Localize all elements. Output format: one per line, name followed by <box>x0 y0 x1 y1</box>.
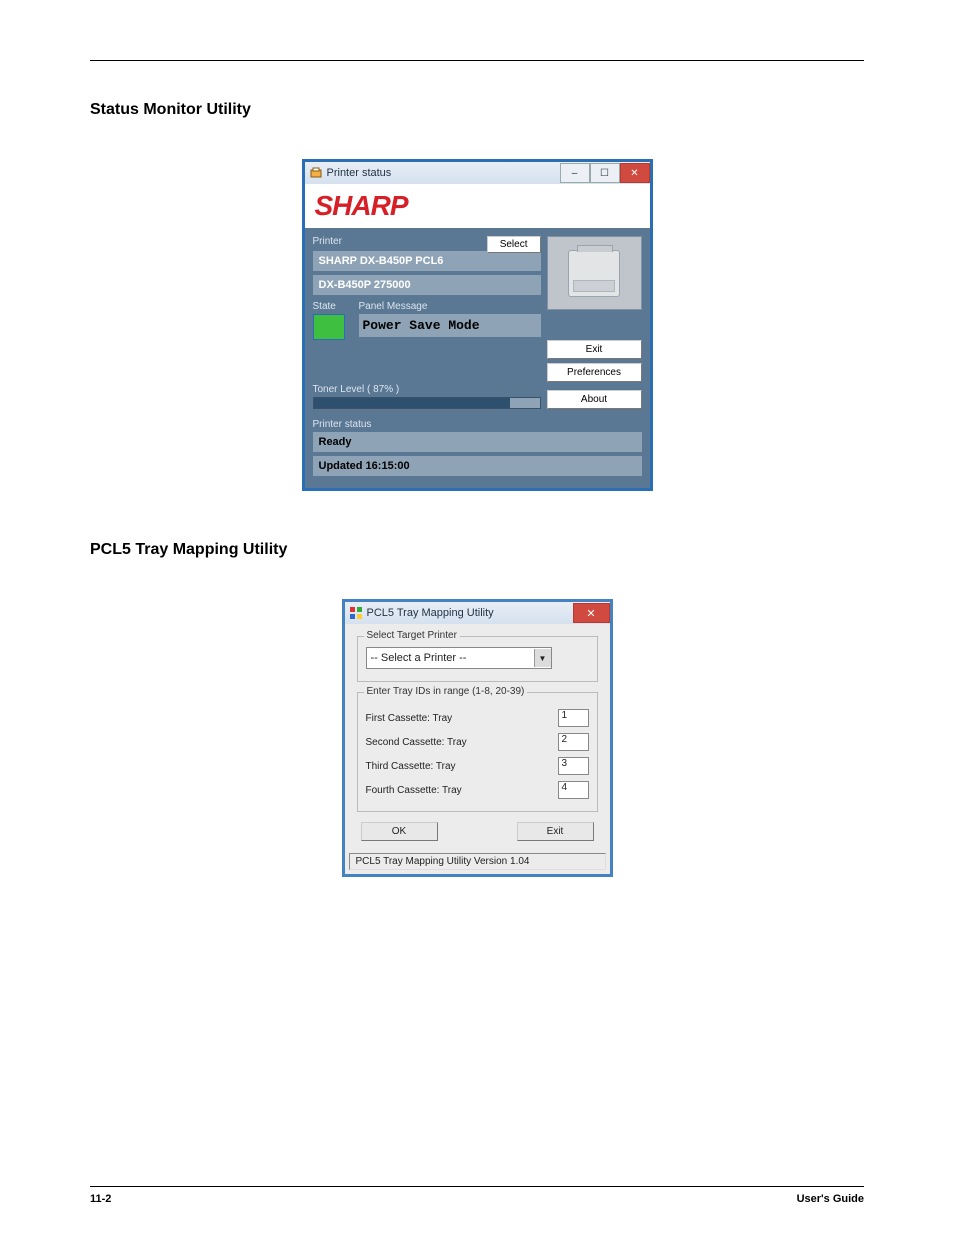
tray-row: Second Cassette: Tray 2 <box>366 733 589 751</box>
toner-level-bar <box>313 397 541 409</box>
sharp-logo: SHARP <box>305 184 650 228</box>
tray-label: Third Cassette: Tray <box>366 761 456 772</box>
tray-row: Fourth Cassette: Tray 4 <box>366 781 589 799</box>
tray-row: First Cassette: Tray 1 <box>366 709 589 727</box>
heading-pcl5: PCL5 Tray Mapping Utility <box>90 541 864 559</box>
minimize-button[interactable]: – <box>560 163 590 183</box>
select-button[interactable]: Select <box>487 236 541 253</box>
state-indicator <box>313 314 345 340</box>
pcl5-window: PCL5 Tray Mapping Utility ✕ Select Targe… <box>342 599 613 877</box>
tray-label: Fourth Cassette: Tray <box>366 785 462 796</box>
exit-button[interactable]: Exit <box>547 340 642 359</box>
tray-input-3[interactable]: 3 <box>558 757 589 775</box>
guide-label: User's Guide <box>797 1193 864 1205</box>
chevron-down-icon: ▼ <box>534 649 551 667</box>
tray-ids-group: Enter Tray IDs in range (1-8, 20-39) Fir… <box>357 692 598 812</box>
preferences-button[interactable]: Preferences <box>547 363 642 382</box>
ok-button[interactable]: OK <box>361 822 438 841</box>
printer-label: Printer <box>313 236 342 247</box>
app-icon <box>309 166 323 180</box>
printer-select-value: -- Select a Printer -- <box>371 652 467 664</box>
tray-input-2[interactable]: 2 <box>558 733 589 751</box>
updated-time: Updated 16:15:00 <box>313 456 642 476</box>
exit-button[interactable]: Exit <box>517 822 594 841</box>
pcl5-close-button[interactable]: ✕ <box>573 603 610 623</box>
tray-label: First Cassette: Tray <box>366 713 453 724</box>
top-rule <box>90 60 864 61</box>
pcl5-titlebar[interactable]: PCL5 Tray Mapping Utility ✕ <box>345 602 610 624</box>
page-footer: 11-2 User's Guide <box>90 1186 864 1205</box>
printer-status-window: Printer status – ☐ ✕ SHARP Printer Selec… <box>302 159 653 491</box>
printer-image <box>547 236 642 310</box>
state-label: State <box>313 301 353 312</box>
tray-input-4[interactable]: 4 <box>558 781 589 799</box>
printer-name-2: DX-B450P 275000 <box>313 275 541 295</box>
panel-message-label: Panel Message <box>359 301 541 312</box>
window-title: Printer status <box>327 167 392 179</box>
pcl5-app-icon <box>349 606 363 620</box>
maximize-button[interactable]: ☐ <box>590 163 620 183</box>
printer-status-label: Printer status <box>313 419 642 430</box>
printer-name-1: SHARP DX-B450P PCL6 <box>313 251 541 271</box>
select-target-legend: Select Target Printer <box>364 630 460 641</box>
pcl5-window-title: PCL5 Tray Mapping Utility <box>367 607 494 619</box>
printer-status-value: Ready <box>313 432 642 452</box>
close-button[interactable]: ✕ <box>620 163 650 183</box>
heading-status-monitor: Status Monitor Utility <box>90 101 864 119</box>
printer-select[interactable]: -- Select a Printer -- ▼ <box>366 647 552 669</box>
about-button[interactable]: About <box>547 390 642 409</box>
select-target-printer-group: Select Target Printer -- Select a Printe… <box>357 636 598 682</box>
tray-label: Second Cassette: Tray <box>366 737 467 748</box>
toner-level-label: Toner Level ( 87% ) <box>313 384 541 395</box>
panel-message-value: Power Save Mode <box>359 314 541 337</box>
page-number: 11-2 <box>90 1193 111 1205</box>
tray-input-1[interactable]: 1 <box>558 709 589 727</box>
tray-ids-legend: Enter Tray IDs in range (1-8, 20-39) <box>364 686 528 697</box>
window-titlebar[interactable]: Printer status – ☐ ✕ <box>305 162 650 184</box>
tray-row: Third Cassette: Tray 3 <box>366 757 589 775</box>
pcl5-version-footer: PCL5 Tray Mapping Utility Version 1.04 <box>349 853 606 870</box>
